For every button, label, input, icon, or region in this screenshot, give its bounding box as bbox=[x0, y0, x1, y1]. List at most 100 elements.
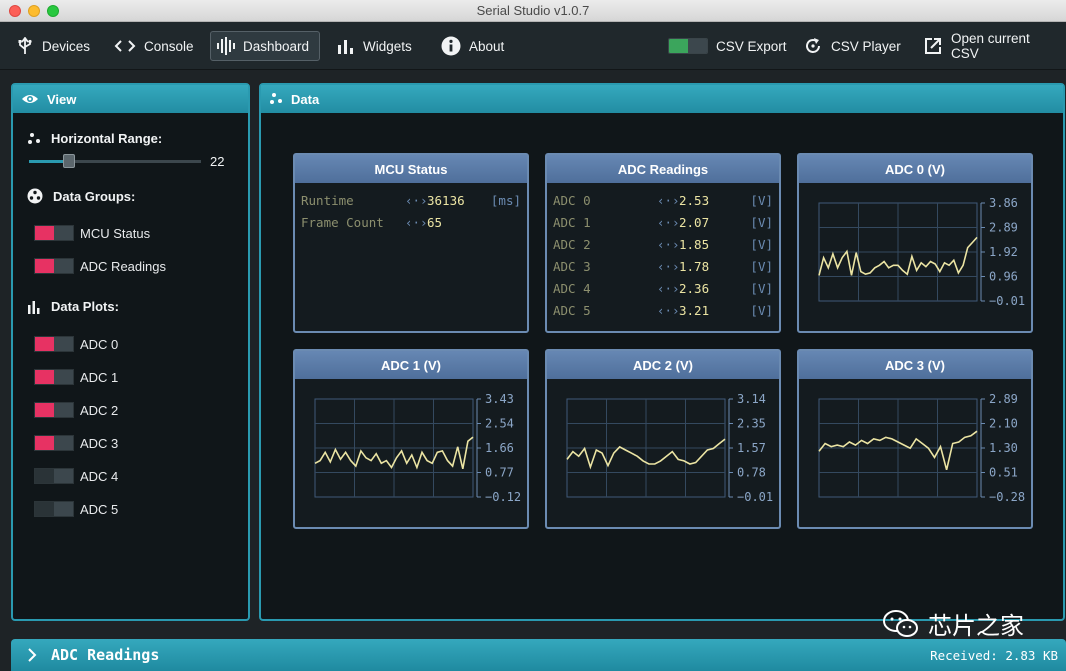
close-window-button[interactable] bbox=[9, 5, 21, 17]
dashboard-button[interactable]: Dashboard bbox=[210, 31, 320, 61]
plot-label: ADC 4 bbox=[80, 468, 119, 484]
plot-toggle-adc-5[interactable]: ADC 5 bbox=[34, 501, 118, 517]
csv-export-label: CSV Export bbox=[716, 38, 787, 54]
row-label: Runtime bbox=[301, 193, 354, 208]
group-toggle-adc-readings[interactable]: ADC Readings bbox=[34, 258, 166, 274]
adc-3-plot-widget: ADC 3 (V) 2.89 2.10 1.30 0.51 −0.28 bbox=[797, 349, 1033, 529]
row-value: 2.36 bbox=[679, 281, 710, 296]
plot-label: ADC 1 bbox=[80, 369, 119, 385]
y-tick-label: 3.14 bbox=[737, 392, 766, 406]
plot-switch[interactable] bbox=[34, 369, 74, 385]
maximize-window-button[interactable] bbox=[47, 5, 59, 17]
devices-button[interactable]: Devices bbox=[10, 31, 96, 61]
console-button[interactable]: Console bbox=[108, 31, 200, 61]
horizontal-range-handle[interactable] bbox=[62, 154, 75, 168]
widgets-button[interactable]: Widgets bbox=[331, 31, 418, 61]
groups-icon bbox=[27, 188, 43, 204]
plot-switch[interactable] bbox=[34, 336, 74, 352]
group-switch[interactable] bbox=[34, 258, 74, 274]
view-panel-header: View bbox=[13, 85, 248, 113]
data-row: ADC 1 ‹·› 2.07 [V] bbox=[553, 215, 773, 230]
csv-export-toggle[interactable]: CSV Export bbox=[662, 31, 793, 61]
info-icon bbox=[441, 36, 461, 56]
adc-0-plot: 3.86 2.89 1.92 0.96 −0.01 bbox=[818, 196, 1025, 308]
data-row: Runtime ‹·› 36136 [ms] bbox=[301, 193, 521, 208]
row-label: ADC 1 bbox=[553, 215, 591, 230]
waveform-icon bbox=[217, 37, 235, 55]
y-tick-label: 2.89 bbox=[989, 392, 1018, 406]
plot-label: ADC 3 bbox=[80, 435, 119, 451]
mcu-status-widget: MCU Status Runtime ‹·› 36136 [ms] Frame … bbox=[293, 153, 529, 333]
row-unit: [V] bbox=[750, 303, 773, 318]
data-plots-label: Data Plots: bbox=[51, 299, 119, 314]
minimize-window-button[interactable] bbox=[28, 5, 40, 17]
data-plots-heading: Data Plots: bbox=[27, 299, 119, 314]
row-label: ADC 2 bbox=[553, 237, 591, 252]
row-unit: [V] bbox=[750, 193, 773, 208]
plot-label: ADC 2 bbox=[80, 402, 119, 418]
plot-label: ADC 0 bbox=[80, 336, 119, 352]
received-bytes: Received: 2.83 KB bbox=[930, 647, 1058, 663]
horizontal-range-heading: Horizontal Range: bbox=[27, 131, 162, 146]
about-label: About bbox=[469, 38, 505, 54]
data-row: ADC 4 ‹·› 2.36 [V] bbox=[553, 281, 773, 296]
scatter-icon bbox=[270, 93, 282, 104]
csv-export-switch[interactable] bbox=[668, 38, 708, 54]
toolbar: Devices Console Dashboard Widgets About … bbox=[0, 22, 1066, 70]
plot-label: ADC 5 bbox=[80, 501, 119, 517]
y-tick-label: 2.54 bbox=[485, 417, 514, 431]
row-unit: [V] bbox=[750, 215, 773, 230]
y-tick-label: 3.43 bbox=[485, 392, 514, 406]
data-row: ADC 3 ‹·› 1.78 [V] bbox=[553, 259, 773, 274]
plot-switch[interactable] bbox=[34, 435, 74, 451]
data-row: Frame Count ‹·› 65 bbox=[301, 215, 521, 230]
plot-switch[interactable] bbox=[34, 501, 74, 517]
y-tick-label: 0.51 bbox=[989, 466, 1018, 480]
widget-title: ADC 0 (V) bbox=[799, 155, 1031, 183]
adc-1-plot: 3.43 2.54 1.66 0.77 −0.12 bbox=[314, 392, 521, 504]
horizontal-range-slider[interactable] bbox=[29, 154, 201, 168]
data-panel-title: Data bbox=[291, 91, 320, 107]
plot-toggle-adc-4[interactable]: ADC 4 bbox=[34, 468, 118, 484]
status-bar-toggle[interactable]: ADC Readings bbox=[27, 646, 159, 664]
window-title: Serial Studio v1.0.7 bbox=[476, 3, 590, 18]
row-label: ADC 0 bbox=[553, 193, 591, 208]
row-label: ADC 5 bbox=[553, 303, 591, 318]
status-bar: ADC Readings Received: 2.83 KB bbox=[11, 639, 1066, 671]
y-tick-label: −0.01 bbox=[989, 294, 1025, 308]
group-toggle-mcu-status[interactable]: MCU Status bbox=[34, 225, 150, 241]
y-tick-label: 0.77 bbox=[485, 466, 514, 480]
scatter-icon bbox=[28, 132, 40, 144]
plot-toggle-adc-2[interactable]: ADC 2 bbox=[34, 402, 118, 418]
widget-title: ADC Readings bbox=[547, 155, 779, 183]
data-row: ADC 2 ‹·› 1.85 [V] bbox=[553, 237, 773, 252]
plot-switch[interactable] bbox=[34, 468, 74, 484]
adc-2-plot-widget: ADC 2 (V) 3.14 2.35 1.57 0.78 −0.01 bbox=[545, 349, 781, 529]
wechat-logo-icon bbox=[883, 609, 918, 637]
link-arrow-icon: ‹·› bbox=[657, 237, 680, 252]
horizontal-range-label: Horizontal Range: bbox=[51, 131, 163, 146]
link-arrow-icon: ‹·› bbox=[657, 303, 680, 318]
plot-toggle-adc-0[interactable]: ADC 0 bbox=[34, 336, 118, 352]
csv-player-button[interactable]: CSV Player bbox=[797, 31, 907, 61]
y-tick-label: 1.57 bbox=[737, 441, 766, 455]
open-csv-button[interactable]: Open current CSV bbox=[917, 31, 1066, 61]
about-button[interactable]: About bbox=[435, 31, 510, 61]
data-groups-heading: Data Groups: bbox=[27, 188, 135, 204]
watermark-text: 芯片之家 bbox=[928, 613, 1024, 640]
widget-title: ADC 2 (V) bbox=[547, 351, 779, 379]
code-brackets-icon bbox=[114, 40, 136, 52]
plot-switch[interactable] bbox=[34, 402, 74, 418]
view-panel: View Horizontal Range: 22 Data Groups: M… bbox=[11, 83, 250, 621]
open-csv-label: Open current CSV bbox=[951, 31, 1030, 61]
row-value: 2.07 bbox=[679, 215, 710, 230]
link-arrow-icon: ‹·› bbox=[405, 193, 428, 208]
view-panel-title: View bbox=[47, 91, 77, 107]
bar-chart-icon bbox=[338, 40, 353, 54]
y-tick-label: −0.12 bbox=[485, 490, 521, 504]
plot-toggle-adc-1[interactable]: ADC 1 bbox=[34, 369, 118, 385]
plot-toggle-adc-3[interactable]: ADC 3 bbox=[34, 435, 118, 451]
adc-3-plot: 2.89 2.10 1.30 0.51 −0.28 bbox=[818, 392, 1025, 504]
link-arrow-icon: ‹·› bbox=[657, 193, 680, 208]
group-switch[interactable] bbox=[34, 225, 74, 241]
